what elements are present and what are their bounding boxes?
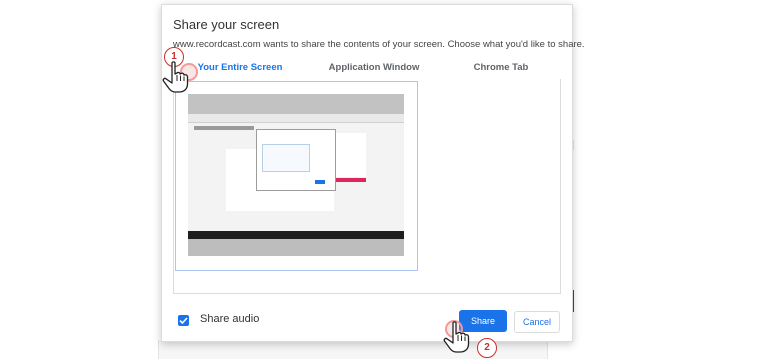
preview-side-button	[336, 178, 366, 182]
preview-desktop-top	[188, 94, 404, 114]
source-list	[173, 79, 561, 294]
preview-dialog-button	[315, 180, 325, 184]
step-2-badge: 2	[477, 338, 497, 358]
pointer-hand-icon	[443, 321, 470, 353]
preview-side-panel	[336, 133, 366, 177]
dialog-title: Share your screen	[173, 17, 280, 32]
dialog-subtitle: www.recordcast.com wants to share the co…	[173, 39, 585, 50]
preview-dialog-thumbnail	[262, 144, 310, 172]
preview-browser-bar	[188, 114, 404, 123]
share-audio-label: Share audio	[200, 313, 260, 325]
preview-dialog	[256, 129, 336, 191]
cancel-button[interactable]: Cancel	[514, 311, 560, 333]
preview-page-heading	[194, 126, 254, 130]
tab-chrome-tab[interactable]: Chrome Tab	[441, 61, 561, 79]
screen-preview-image	[188, 94, 404, 256]
pointer-hand-icon	[162, 61, 189, 93]
share-audio-checkbox[interactable]	[178, 315, 189, 326]
preview-desktop-bottom	[188, 239, 404, 256]
tab-application-window[interactable]: Application Window	[307, 61, 441, 79]
preview-page	[188, 123, 404, 231]
entire-screen-thumbnail[interactable]	[175, 81, 418, 271]
share-screen-dialog: Share your screen www.recordcast.com wan…	[161, 4, 585, 342]
checkmark-icon	[179, 317, 188, 325]
source-tabs: Your Entire Screen Application Window Ch…	[173, 59, 561, 81]
preview-taskbar	[188, 231, 404, 239]
